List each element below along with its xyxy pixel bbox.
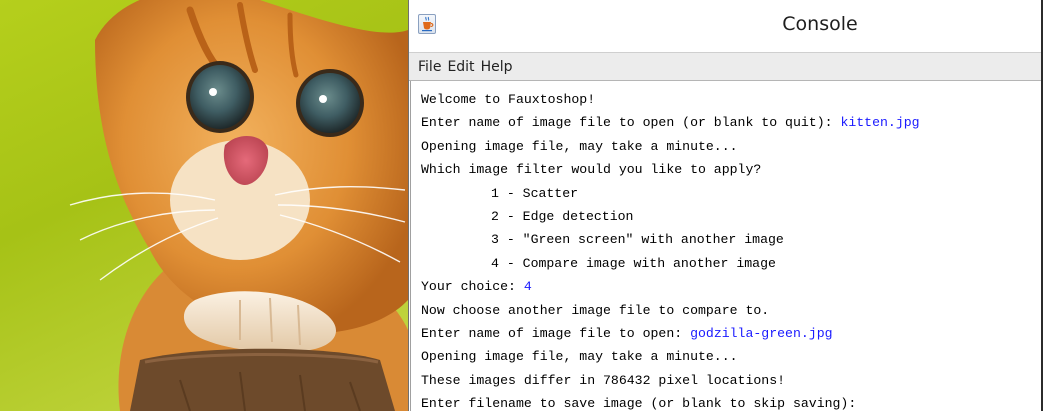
console-line: Your choice: 4 [421, 279, 532, 295]
title-bar[interactable]: Console [409, 0, 1041, 53]
console-line: Welcome to Fauxtoshop! [421, 92, 596, 107]
kitten-photo [0, 0, 408, 411]
console-line: 2 - Edge detection [491, 208, 634, 224]
screen: Console File Edit Help Welcome to Fauxto… [0, 0, 1045, 411]
console-line: Enter filename to save image (or blank t… [421, 396, 857, 411]
kitten-image [69, 0, 408, 411]
window-title: Console [782, 13, 858, 35]
console-line: Enter name of image file to open: godzil… [421, 325, 833, 341]
console-line: Which image filter would you like to app… [421, 162, 762, 178]
console-line: Opening image file, may take a minute... [421, 349, 738, 365]
menu-file[interactable]: File [418, 59, 441, 75]
console-line: Opening image file, may take a minute... [421, 138, 738, 154]
console-line: 3 - "Green screen" with another image [491, 232, 784, 248]
menu-edit[interactable]: Edit [447, 59, 474, 75]
console-output[interactable]: Welcome to Fauxtoshop! Enter name of ima… [410, 81, 1041, 411]
console-line: Enter name of image file to open (or bla… [421, 115, 920, 131]
console-line: Now choose another image file to compare… [421, 302, 770, 318]
menu-help[interactable]: Help [481, 59, 513, 75]
console-line: These images differ in 786432 pixel loca… [421, 372, 786, 388]
console-line: 4 - Compare image with another image [491, 255, 776, 271]
user-input-text: 4 [523, 279, 532, 295]
console-window: Console File Edit Help Welcome to Fauxto… [408, 0, 1043, 411]
user-input-text: godzilla-green.jpg [690, 325, 833, 341]
user-input-text: kitten.jpg [840, 115, 920, 131]
menu-bar: File Edit Help [409, 53, 1041, 81]
console-line: 1 - Scatter [491, 185, 579, 201]
